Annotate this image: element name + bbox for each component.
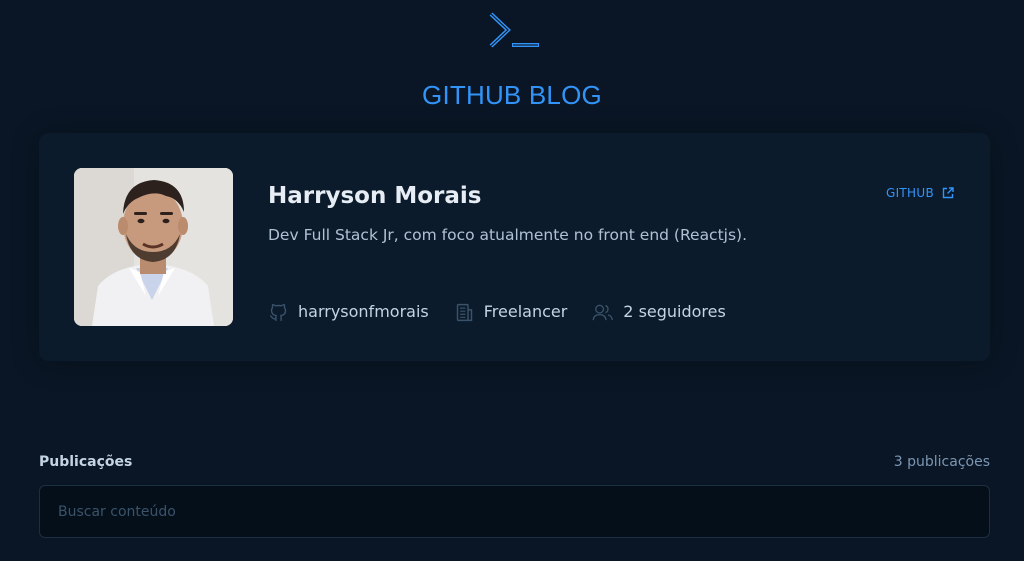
blog-title: GITHUB BLOG — [422, 80, 602, 110]
building-icon — [456, 303, 472, 321]
github-link[interactable]: GITHUB — [886, 186, 954, 200]
meta-followers: 2 seguidores — [592, 301, 726, 323]
publications-title: Publicações — [39, 454, 133, 470]
profile-meta: harrysonfmorais Freelancer 2 seguidores — [268, 301, 726, 323]
meta-followers-label: 2 seguidores — [623, 302, 726, 321]
profile-bio: Dev Full Stack Jr, com foco atualmente n… — [268, 226, 748, 244]
search-input[interactable] — [39, 485, 990, 538]
github-icon — [269, 303, 287, 321]
meta-username: harrysonfmorais — [268, 301, 429, 323]
publications-count: 3 publicações — [893, 454, 990, 470]
github-link-label: GITHUB — [885, 186, 934, 200]
meta-company: Freelancer — [454, 301, 568, 323]
profile-name: Harryson Morais — [268, 183, 482, 209]
meta-company-label: Freelancer — [483, 302, 568, 321]
avatar — [74, 168, 233, 326]
page: GITHUB BLOG Harryson Morais GITHUB Dev F… — [0, 0, 1024, 561]
users-icon — [592, 304, 614, 320]
profile-card: Harryson Morais GITHUB Dev Full Stack Jr… — [39, 133, 990, 361]
meta-username-label: harrysonfmorais — [298, 302, 429, 321]
external-link-icon — [942, 187, 954, 199]
terminal-prompt-icon — [489, 12, 539, 48]
